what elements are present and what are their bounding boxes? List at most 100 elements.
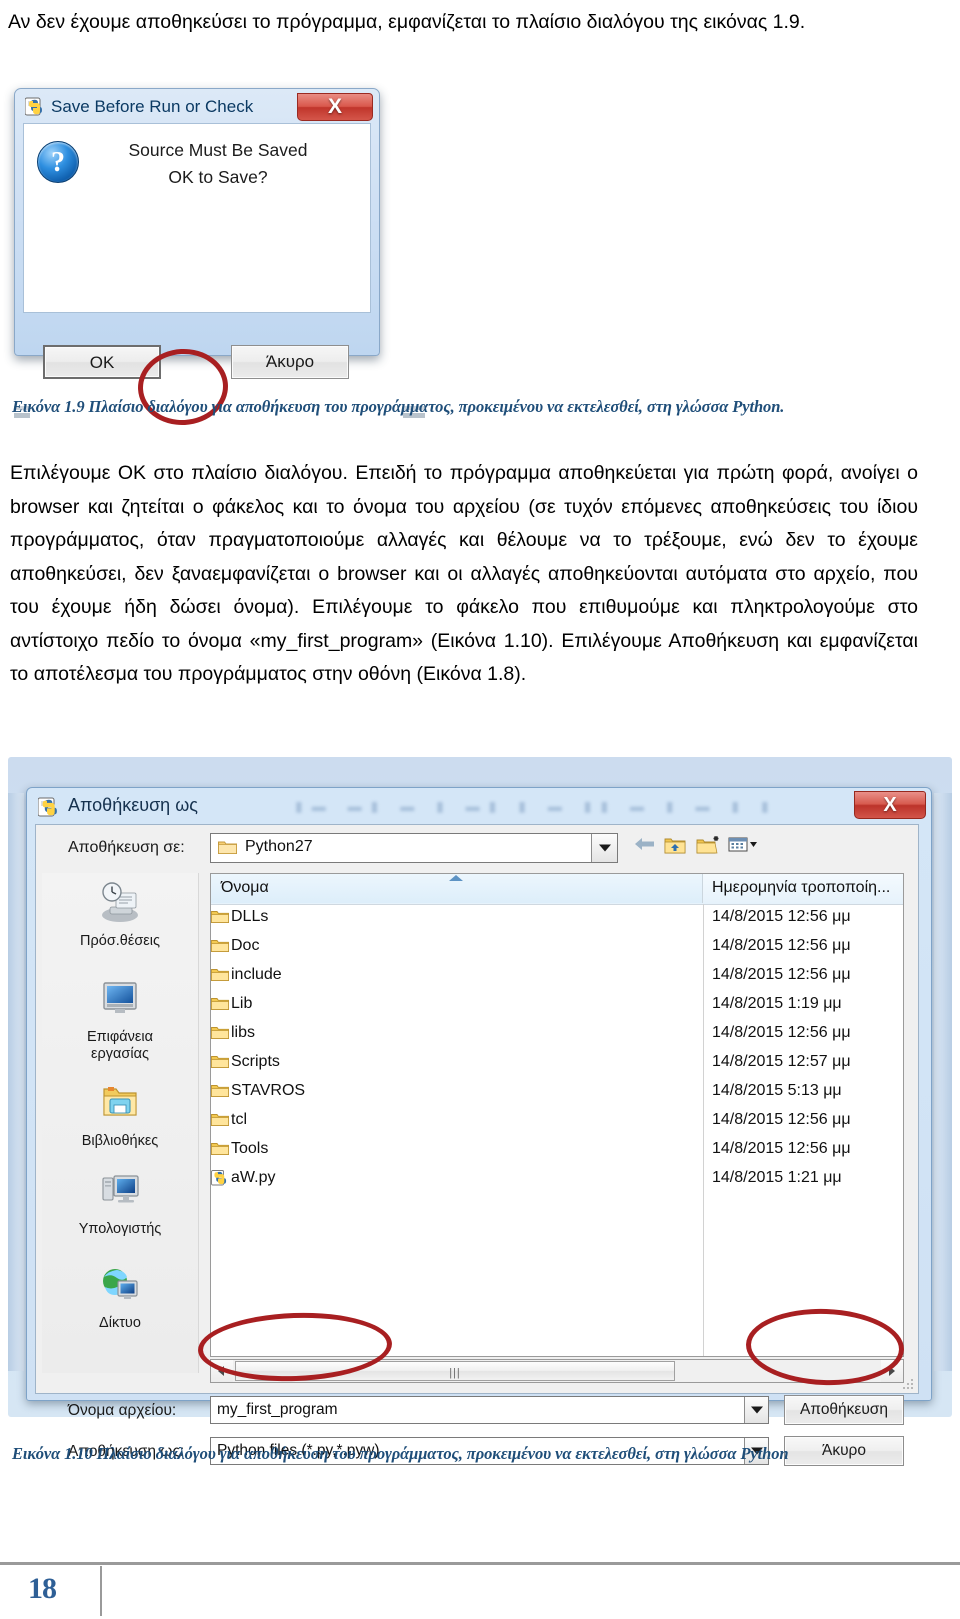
figure-caption-1-9: Εικόνα 1.9 Πλαίσιο διαλόγου για αποθήκευ… [12,397,785,416]
file-list-rows: DLLs 14/8/2015 12:56 μμ Doc 14/8/2015 12… [211,905,903,1195]
table-row[interactable]: Tools 14/8/2015 12:56 μμ [211,1137,903,1166]
file-date-modified: 14/8/2015 1:21 μμ [712,1169,842,1186]
table-row[interactable]: Doc 14/8/2015 12:56 μμ [211,934,903,963]
recent-places-icon [96,881,144,925]
column-header-label: Όνομα [221,879,269,896]
table-row[interactable]: include 14/8/2015 12:56 μμ [211,963,903,992]
python-idle-icon [24,97,45,117]
desktop-icon [96,977,144,1021]
table-row[interactable]: Scripts 14/8/2015 12:57 μμ [211,1050,903,1079]
chevron-down-icon[interactable] [591,834,617,862]
footer-tick-mark [100,1566,102,1616]
folder-icon [211,996,229,1012]
sidebar-item-label: Δίκτυο [99,1315,141,1331]
file-name: STAVROS [231,1082,306,1099]
folder-icon [211,1141,229,1157]
dialog-message-line-1: Source Must Be Saved [128,140,308,160]
file-date-modified: 14/8/2015 1:19 μμ [712,995,842,1012]
save-into-dropdown[interactable]: Python27 [210,833,618,863]
file-date-modified: 14/8/2015 12:56 μμ [712,1140,851,1157]
table-row[interactable]: libs 14/8/2015 12:56 μμ [211,1021,903,1050]
sidebar-item-label: Βιβλιοθήκες [81,1133,159,1149]
dialog-titlebar[interactable]: Αποθήκευση ως ▮▬ ▬▮ ▬ ▮ ▬▮ ▮ ▬ ▮▮ ▬ ▮ ▬ … [30,791,928,823]
table-row[interactable]: Lib 14/8/2015 1:19 μμ [211,992,903,1021]
horizontal-scrollbar[interactable]: ||| [210,1359,904,1383]
up-folder-icon[interactable] [664,835,686,859]
sort-ascending-icon [449,875,463,881]
file-name: DLLs [231,908,269,925]
sidebar-item-label: Υπολογιστής [78,1221,162,1237]
ok-button[interactable]: OK [43,345,161,379]
file-date-modified: 14/8/2015 12:56 μμ [712,1024,851,1041]
sidebar-item-network[interactable]: Δίκτυο [42,1263,198,1332]
computer-icon [96,1169,144,1213]
file-date-modified: 14/8/2015 12:56 μμ [712,937,851,954]
file-date-modified: 14/8/2015 5:13 μμ [712,1082,842,1099]
close-icon[interactable]: X [854,791,926,819]
file-date-modified: 14/8/2015 12:56 μμ [712,1111,851,1128]
folder-icon [211,967,229,983]
folder-icon [218,839,237,855]
folder-icon [211,1112,229,1128]
scrollbar-grip: ||| [449,1367,461,1379]
chevron-down-icon[interactable] [744,1397,768,1423]
sidebar-item-recent-places[interactable]: Πρόσ.θέσεις [42,881,198,950]
save-button[interactable]: Αποθήκευση [784,1395,904,1425]
table-row[interactable]: DLLs 14/8/2015 12:56 μμ [211,905,903,934]
dialog-titlebar[interactable]: Save Before Run or Check X [19,93,375,123]
dialog-title: Save Before Run or Check [51,97,254,116]
dialog-message: Source Must Be Saved OK to Save? [93,137,343,191]
scrollbar-thumb[interactable]: ||| [235,1361,675,1381]
column-header-date-modified[interactable]: Ημερομηνία τροποποίη... [704,874,903,903]
dialog-message-line-2: OK to Save? [168,167,268,187]
table-row[interactable]: aW.py 14/8/2015 1:21 μμ [211,1166,903,1195]
file-name-input[interactable]: my_first_program [210,1396,769,1424]
file-name: Tools [231,1140,269,1157]
close-icon[interactable]: X [297,93,373,121]
sidebar-item-computer[interactable]: Υπολογιστής [42,1169,198,1238]
cancel-button[interactable]: Άκυρο [231,345,349,379]
save-into-value: Python27 [245,838,313,855]
back-icon[interactable] [634,835,656,858]
file-name: Scripts [231,1053,280,1070]
table-row[interactable]: tcl 14/8/2015 12:56 μμ [211,1108,903,1137]
views-icon[interactable] [728,835,758,859]
file-name: Lib [231,995,253,1012]
figure-1-10-screenshot: Αποθήκευση ως ▮▬ ▬▮ ▬ ▮ ▬▮ ▮ ▬ ▮▮ ▬ ▮ ▬ … [8,757,952,1466]
folder-icon [211,1025,229,1041]
dialog-title: Αποθήκευση ως [68,795,198,815]
footer-divider [0,1562,960,1565]
sidebar-item-libraries[interactable]: Βιβλιοθήκες [42,1081,198,1150]
dialog-content-panel: Αποθήκευση σε: Python27 Πρόσ.θέσεις Επιφ… [35,824,919,1466]
blurred-background-titlebar-text: ▮▬ ▬▮ ▬ ▮ ▬▮ ▮ ▬ ▮▮ ▬ ▮ ▬ ▮ ▮ [295,798,778,814]
window-bleed-left [8,793,24,1371]
file-list-header: Όνομα Ημερομηνία τροποποίη... [211,874,903,905]
figure-caption-1-10: Εικόνα 1.10 Πλαίσιο διαλόγου για αποθήκε… [12,1444,789,1463]
save-into-label: Αποθήκευση σε: [68,839,185,856]
scroll-right-icon[interactable] [881,1360,903,1382]
new-folder-icon[interactable] [696,835,720,859]
folder-icon [211,938,229,954]
intro-paragraph: Αν δεν έχουμε αποθηκεύσει το πρόγραμμα, … [8,11,806,33]
file-name-value: my_first_program [217,1401,338,1418]
sidebar-item-desktop[interactable]: Επιφάνεια εργασίας [42,977,198,1063]
window-bleed-right [934,793,952,1371]
python-idle-icon [37,796,60,818]
folder-icon [211,1054,229,1070]
file-date-modified: 14/8/2015 12:56 μμ [712,966,851,983]
file-name: Doc [231,937,260,954]
file-list[interactable]: Όνομα Ημερομηνία τροποποίη... DLLs 14/8/… [210,873,904,1357]
figure-1-9-screenshot: Save Before Run or Check X ? Source Must… [14,88,425,428]
file-date-modified: 14/8/2015 12:57 μμ [712,1053,851,1070]
scroll-left-icon[interactable] [211,1360,233,1382]
question-mark-icon: ? [37,141,79,183]
column-header-name[interactable]: Όνομα [211,874,703,903]
network-icon [96,1263,144,1307]
table-row[interactable]: STAVROS 14/8/2015 5:13 μμ [211,1079,903,1108]
places-sidebar: Πρόσ.θέσεις Επιφάνεια εργασίας Βιβλιοθήκ… [42,873,199,1373]
resize-grip-icon[interactable] [901,1377,915,1391]
file-name: tcl [231,1111,247,1128]
save-as-dialog: Αποθήκευση ως ▮▬ ▬▮ ▬ ▮ ▬▮ ▮ ▬ ▮▮ ▬ ▮ ▬ … [26,787,932,1466]
python-file-icon [211,1170,229,1186]
file-date-modified: 14/8/2015 12:56 μμ [712,908,851,925]
